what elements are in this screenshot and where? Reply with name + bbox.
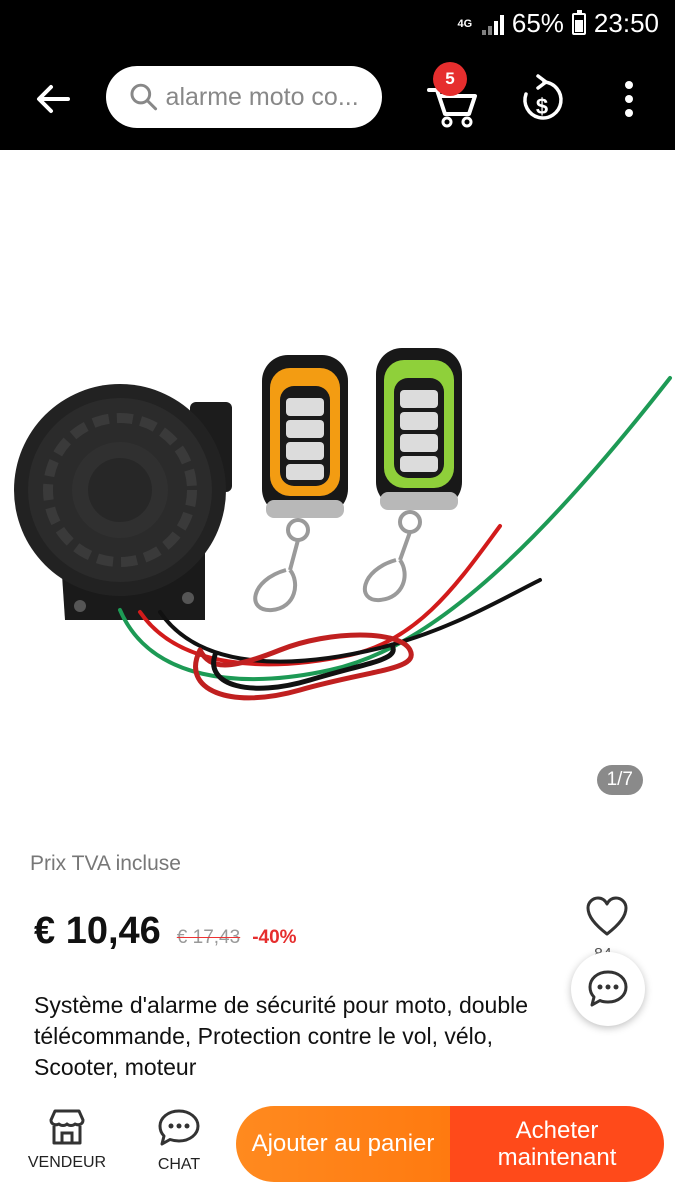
image-counter: 1/7 — [596, 765, 643, 795]
product-title: Système d'alarme de sécurité pour moto, … — [34, 992, 529, 1080]
current-price: € 10,46 — [34, 910, 161, 952]
vat-label: Prix TVA incluse — [30, 852, 181, 875]
chat-button[interactable]: CHAT — [134, 1108, 224, 1174]
search-query: alarme moto co... — [165, 82, 359, 111]
wishlist-button[interactable] — [584, 894, 630, 940]
cart-count-badge: 5 — [433, 62, 467, 96]
vendor-button[interactable]: VENDEUR — [22, 1108, 112, 1172]
back-button[interactable] — [30, 76, 76, 122]
heart-icon — [586, 896, 628, 936]
price-row: € 10,46 € 17,43 -40% — [34, 910, 297, 953]
search-input[interactable]: alarme moto co... — [106, 66, 382, 128]
chat-bubble-icon — [588, 970, 628, 1007]
chat-label: CHAT — [157, 1156, 201, 1173]
status-indicators: 4G 65% 23:50 — [456, 8, 659, 39]
svg-text:$: $ — [536, 94, 548, 119]
battery-icon — [571, 9, 586, 35]
vendor-label: VENDEUR — [27, 1154, 107, 1171]
floating-chat-button[interactable] — [571, 952, 645, 1026]
more-options-button[interactable] — [612, 76, 646, 122]
top-bar: alarme moto co... 5 $ — [0, 48, 675, 150]
share-dollar-icon: $ — [523, 74, 563, 120]
original-price: € 17,43 — [176, 927, 241, 948]
purchase-buttons: Ajouter au panier Acheter maintenant — [236, 1106, 664, 1182]
cart-button[interactable]: 5 — [425, 62, 481, 128]
battery-percent: 65% — [511, 8, 564, 38]
chat-icon — [158, 1109, 200, 1146]
product-image-gallery[interactable]: 1/7 — [0, 150, 675, 825]
share-earn-button[interactable]: $ — [516, 72, 564, 124]
store-icon — [49, 1109, 85, 1145]
bottom-action-bar: VENDEUR CHAT Ajouter au panier Acheter m… — [0, 1096, 675, 1200]
product-photo — [14, 348, 672, 701]
clock: 23:50 — [593, 8, 659, 38]
discount-badge: -40% — [252, 927, 297, 948]
buy-now-button[interactable]: Acheter maintenant — [450, 1106, 664, 1182]
signal-icon — [481, 13, 504, 35]
add-to-cart-button[interactable]: Ajouter au panier — [236, 1106, 450, 1182]
network-type: 4G — [457, 17, 473, 30]
back-arrow-icon — [37, 85, 70, 113]
status-bar: 4G 65% 23:50 — [0, 0, 675, 48]
search-icon — [130, 83, 158, 111]
